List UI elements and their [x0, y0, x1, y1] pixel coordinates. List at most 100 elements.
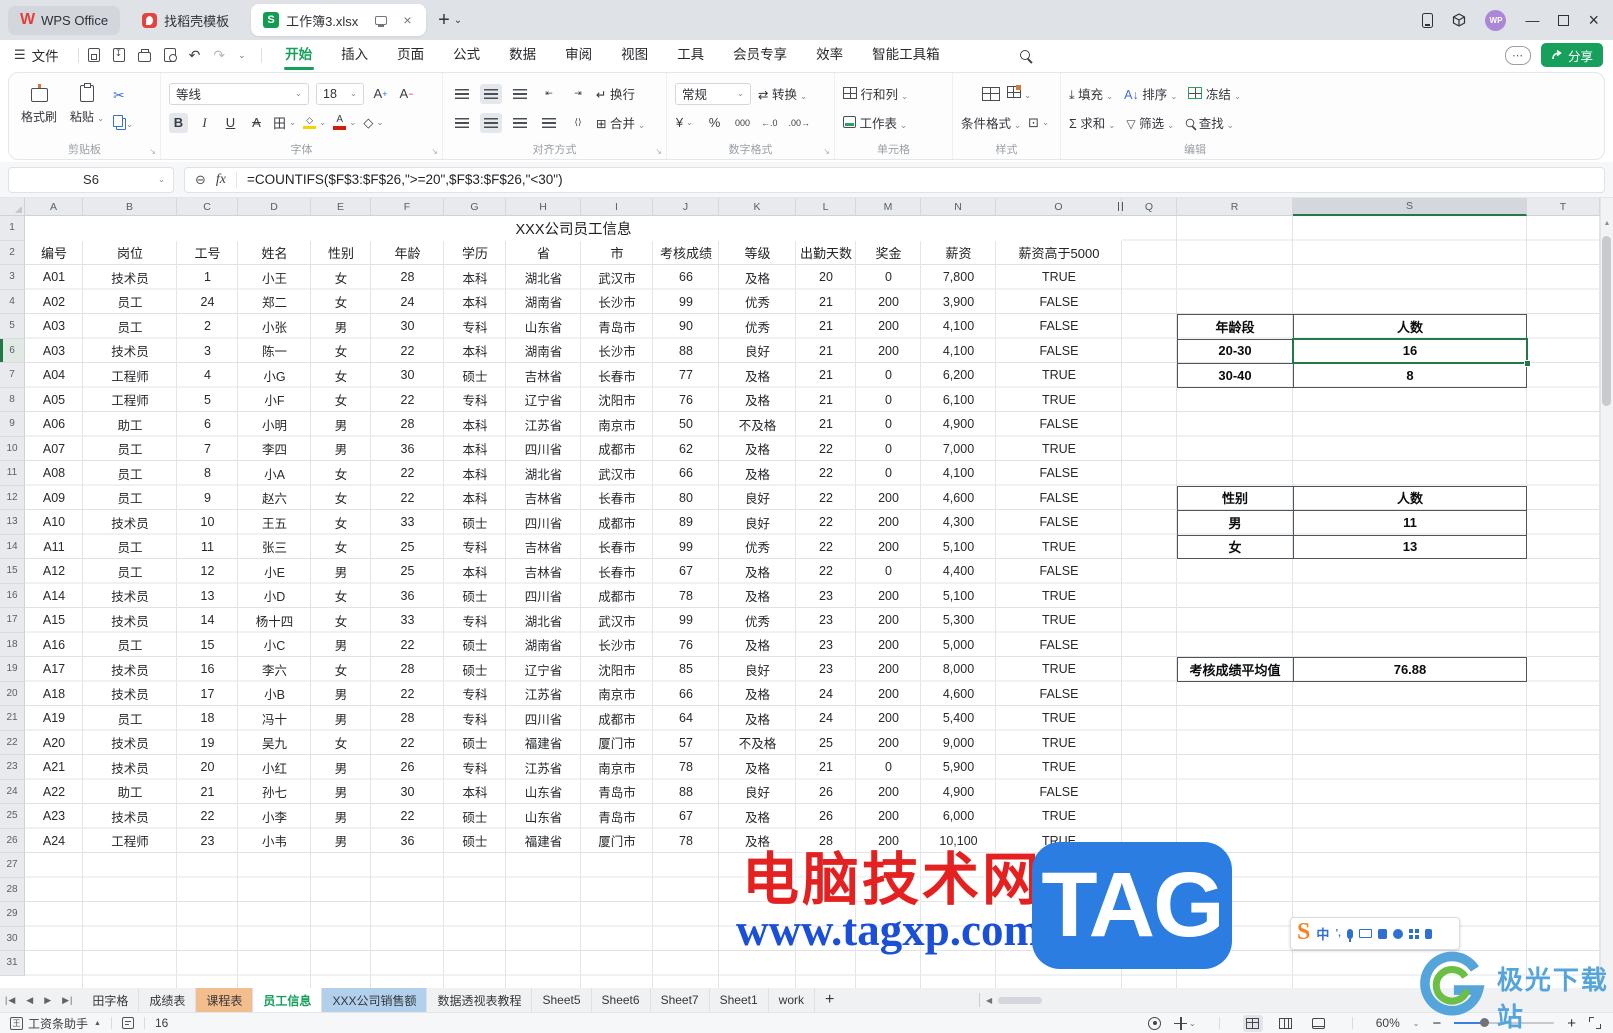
decrease-indent-button[interactable]: ⇤ — [538, 84, 560, 104]
cell-H12[interactable]: 吉林省 — [506, 486, 581, 511]
ime-toolbar[interactable]: S 中 ’, — [1290, 917, 1460, 950]
cell-H3[interactable]: 湖北省 — [506, 265, 581, 290]
header-cell-I[interactable]: 市 — [581, 241, 653, 266]
cell-J20[interactable]: 66 — [653, 682, 719, 707]
cell-I21[interactable]: 成都市 — [581, 706, 653, 731]
cell-I15[interactable]: 长春市 — [581, 559, 653, 584]
file-menu[interactable]: 文件 — [32, 45, 59, 65]
cell-K13[interactable]: 良好 — [719, 510, 796, 535]
cell-H19[interactable]: 辽宁省 — [506, 657, 581, 682]
cell-M6[interactable]: 200 — [856, 339, 921, 364]
cell-I3[interactable]: 武汉市 — [581, 265, 653, 290]
cell-K26[interactable]: 及格 — [719, 829, 796, 854]
docer-template-tab[interactable]: 找稻壳模板 — [130, 6, 241, 35]
cell-H14[interactable]: 吉林省 — [506, 535, 581, 560]
cell-I16[interactable]: 成都市 — [581, 584, 653, 609]
search-button[interactable] — [1020, 48, 1031, 63]
cell-D3[interactable]: 小王 — [238, 265, 311, 290]
cell-H16[interactable]: 四川省 — [506, 584, 581, 609]
column-header-R[interactable]: R — [1177, 198, 1293, 216]
cell-G13[interactable]: 硕士 — [444, 510, 506, 535]
cell-L13[interactable]: 22 — [796, 510, 856, 535]
user-avatar[interactable]: WP — [1485, 9, 1507, 31]
page-break-view-button[interactable] — [1309, 1015, 1329, 1032]
cell-J16[interactable]: 78 — [653, 584, 719, 609]
cell-E13[interactable]: 女 — [311, 510, 371, 535]
cell-N8[interactable]: 6,100 — [921, 388, 996, 413]
cell-F24[interactable]: 30 — [371, 780, 444, 805]
cell-B8[interactable]: 工程师 — [83, 388, 177, 413]
cell-F14[interactable]: 25 — [371, 535, 444, 560]
last-sheet-icon[interactable]: ▶| — [62, 995, 73, 1006]
cell-J5[interactable]: 90 — [653, 314, 719, 339]
sheet-tab-5[interactable]: 数据透视表教程 — [427, 988, 533, 1012]
cell-M13[interactable]: 200 — [856, 510, 921, 535]
export-icon[interactable] — [112, 48, 125, 62]
normal-view-button[interactable] — [1242, 1014, 1263, 1032]
cell-D18[interactable]: 小C — [238, 633, 311, 658]
cell-J9[interactable]: 50 — [653, 412, 719, 437]
cell-D7[interactable]: 小G — [238, 363, 311, 388]
cell-B3[interactable]: 技术员 — [83, 265, 177, 290]
print-icon[interactable] — [137, 48, 151, 62]
cell-H10[interactable]: 四川省 — [506, 437, 581, 462]
cell-A20[interactable]: A18 — [25, 682, 83, 707]
row-header-22[interactable]: 22 — [0, 730, 25, 755]
row-header-30[interactable]: 30 — [0, 926, 25, 951]
column-header-H[interactable]: H — [506, 198, 581, 216]
cell-M16[interactable]: 200 — [856, 584, 921, 609]
cell-E8[interactable]: 女 — [311, 388, 371, 413]
cell-L25[interactable]: 26 — [796, 804, 856, 829]
cell-C8[interactable]: 5 — [177, 388, 238, 413]
align-top-button[interactable] — [451, 84, 473, 104]
document-list-chevron-icon[interactable]: ⌄ — [454, 15, 462, 26]
cell-F23[interactable]: 26 — [371, 755, 444, 780]
row-header-5[interactable]: 5 — [0, 314, 25, 339]
cell-N24[interactable]: 4,900 — [921, 780, 996, 805]
cell-O12[interactable]: FALSE — [996, 486, 1122, 511]
cell-I23[interactable]: 南京市 — [581, 755, 653, 780]
print-preview-icon[interactable] — [163, 48, 177, 62]
cell-D14[interactable]: 张三 — [238, 535, 311, 560]
cell-I17[interactable]: 武汉市 — [581, 608, 653, 633]
redo-icon[interactable]: ↷ — [213, 47, 225, 64]
cell-N6[interactable]: 4,100 — [921, 339, 996, 364]
cell-B12[interactable]: 员工 — [83, 486, 177, 511]
freeze-button[interactable]: 冻结 ⌄ — [1188, 84, 1241, 103]
save-icon[interactable] — [87, 48, 100, 62]
align-left-button[interactable] — [451, 113, 473, 133]
cell-H25[interactable]: 山东省 — [506, 804, 581, 829]
cell-O20[interactable]: FALSE — [996, 682, 1122, 707]
cell-K11[interactable]: 及格 — [719, 461, 796, 486]
menu-tab-1[interactable]: 插入 — [327, 40, 383, 70]
header-cell-A[interactable]: 编号 — [25, 241, 83, 266]
row-header-2[interactable]: 2 — [0, 240, 25, 265]
cell-H7[interactable]: 吉林省 — [506, 363, 581, 388]
conditional-format-button[interactable]: 条件格式 ⌄ — [961, 113, 1021, 132]
menu-tab-7[interactable]: 工具 — [663, 40, 719, 70]
cell-D21[interactable]: 冯十 — [238, 706, 311, 731]
column-header-L[interactable]: L — [796, 198, 856, 216]
sheet-tab-9[interactable]: Sheet1 — [710, 988, 769, 1012]
cell-I6[interactable]: 长沙市 — [581, 339, 653, 364]
cell-K4[interactable]: 优秀 — [719, 290, 796, 315]
selection-pan-button[interactable]: ⌄ — [1174, 1016, 1196, 1030]
cell-I25[interactable]: 青岛市 — [581, 804, 653, 829]
cell-C7[interactable]: 4 — [177, 363, 238, 388]
menu-tab-6[interactable]: 视图 — [607, 40, 663, 70]
cell-N13[interactable]: 4,300 — [921, 510, 996, 535]
cell-G25[interactable]: 硕士 — [444, 804, 506, 829]
cell-C10[interactable]: 7 — [177, 437, 238, 462]
merge-cells-button[interactable]: ⊞ 合并 ⌄ — [596, 113, 645, 132]
cell-J13[interactable]: 89 — [653, 510, 719, 535]
cell-O6[interactable]: FALSE — [996, 339, 1122, 364]
cell-D9[interactable]: 小明 — [238, 412, 311, 437]
cell-E16[interactable]: 女 — [311, 584, 371, 609]
scroll-up-icon[interactable]: ▲ — [1601, 220, 1613, 227]
cell-B6[interactable]: 技术员 — [83, 339, 177, 364]
cell-K16[interactable]: 及格 — [719, 584, 796, 609]
cell-H9[interactable]: 江苏省 — [506, 412, 581, 437]
cell-M25[interactable]: 200 — [856, 804, 921, 829]
cell-G6[interactable]: 本科 — [444, 339, 506, 364]
cell-G21[interactable]: 专科 — [444, 706, 506, 731]
